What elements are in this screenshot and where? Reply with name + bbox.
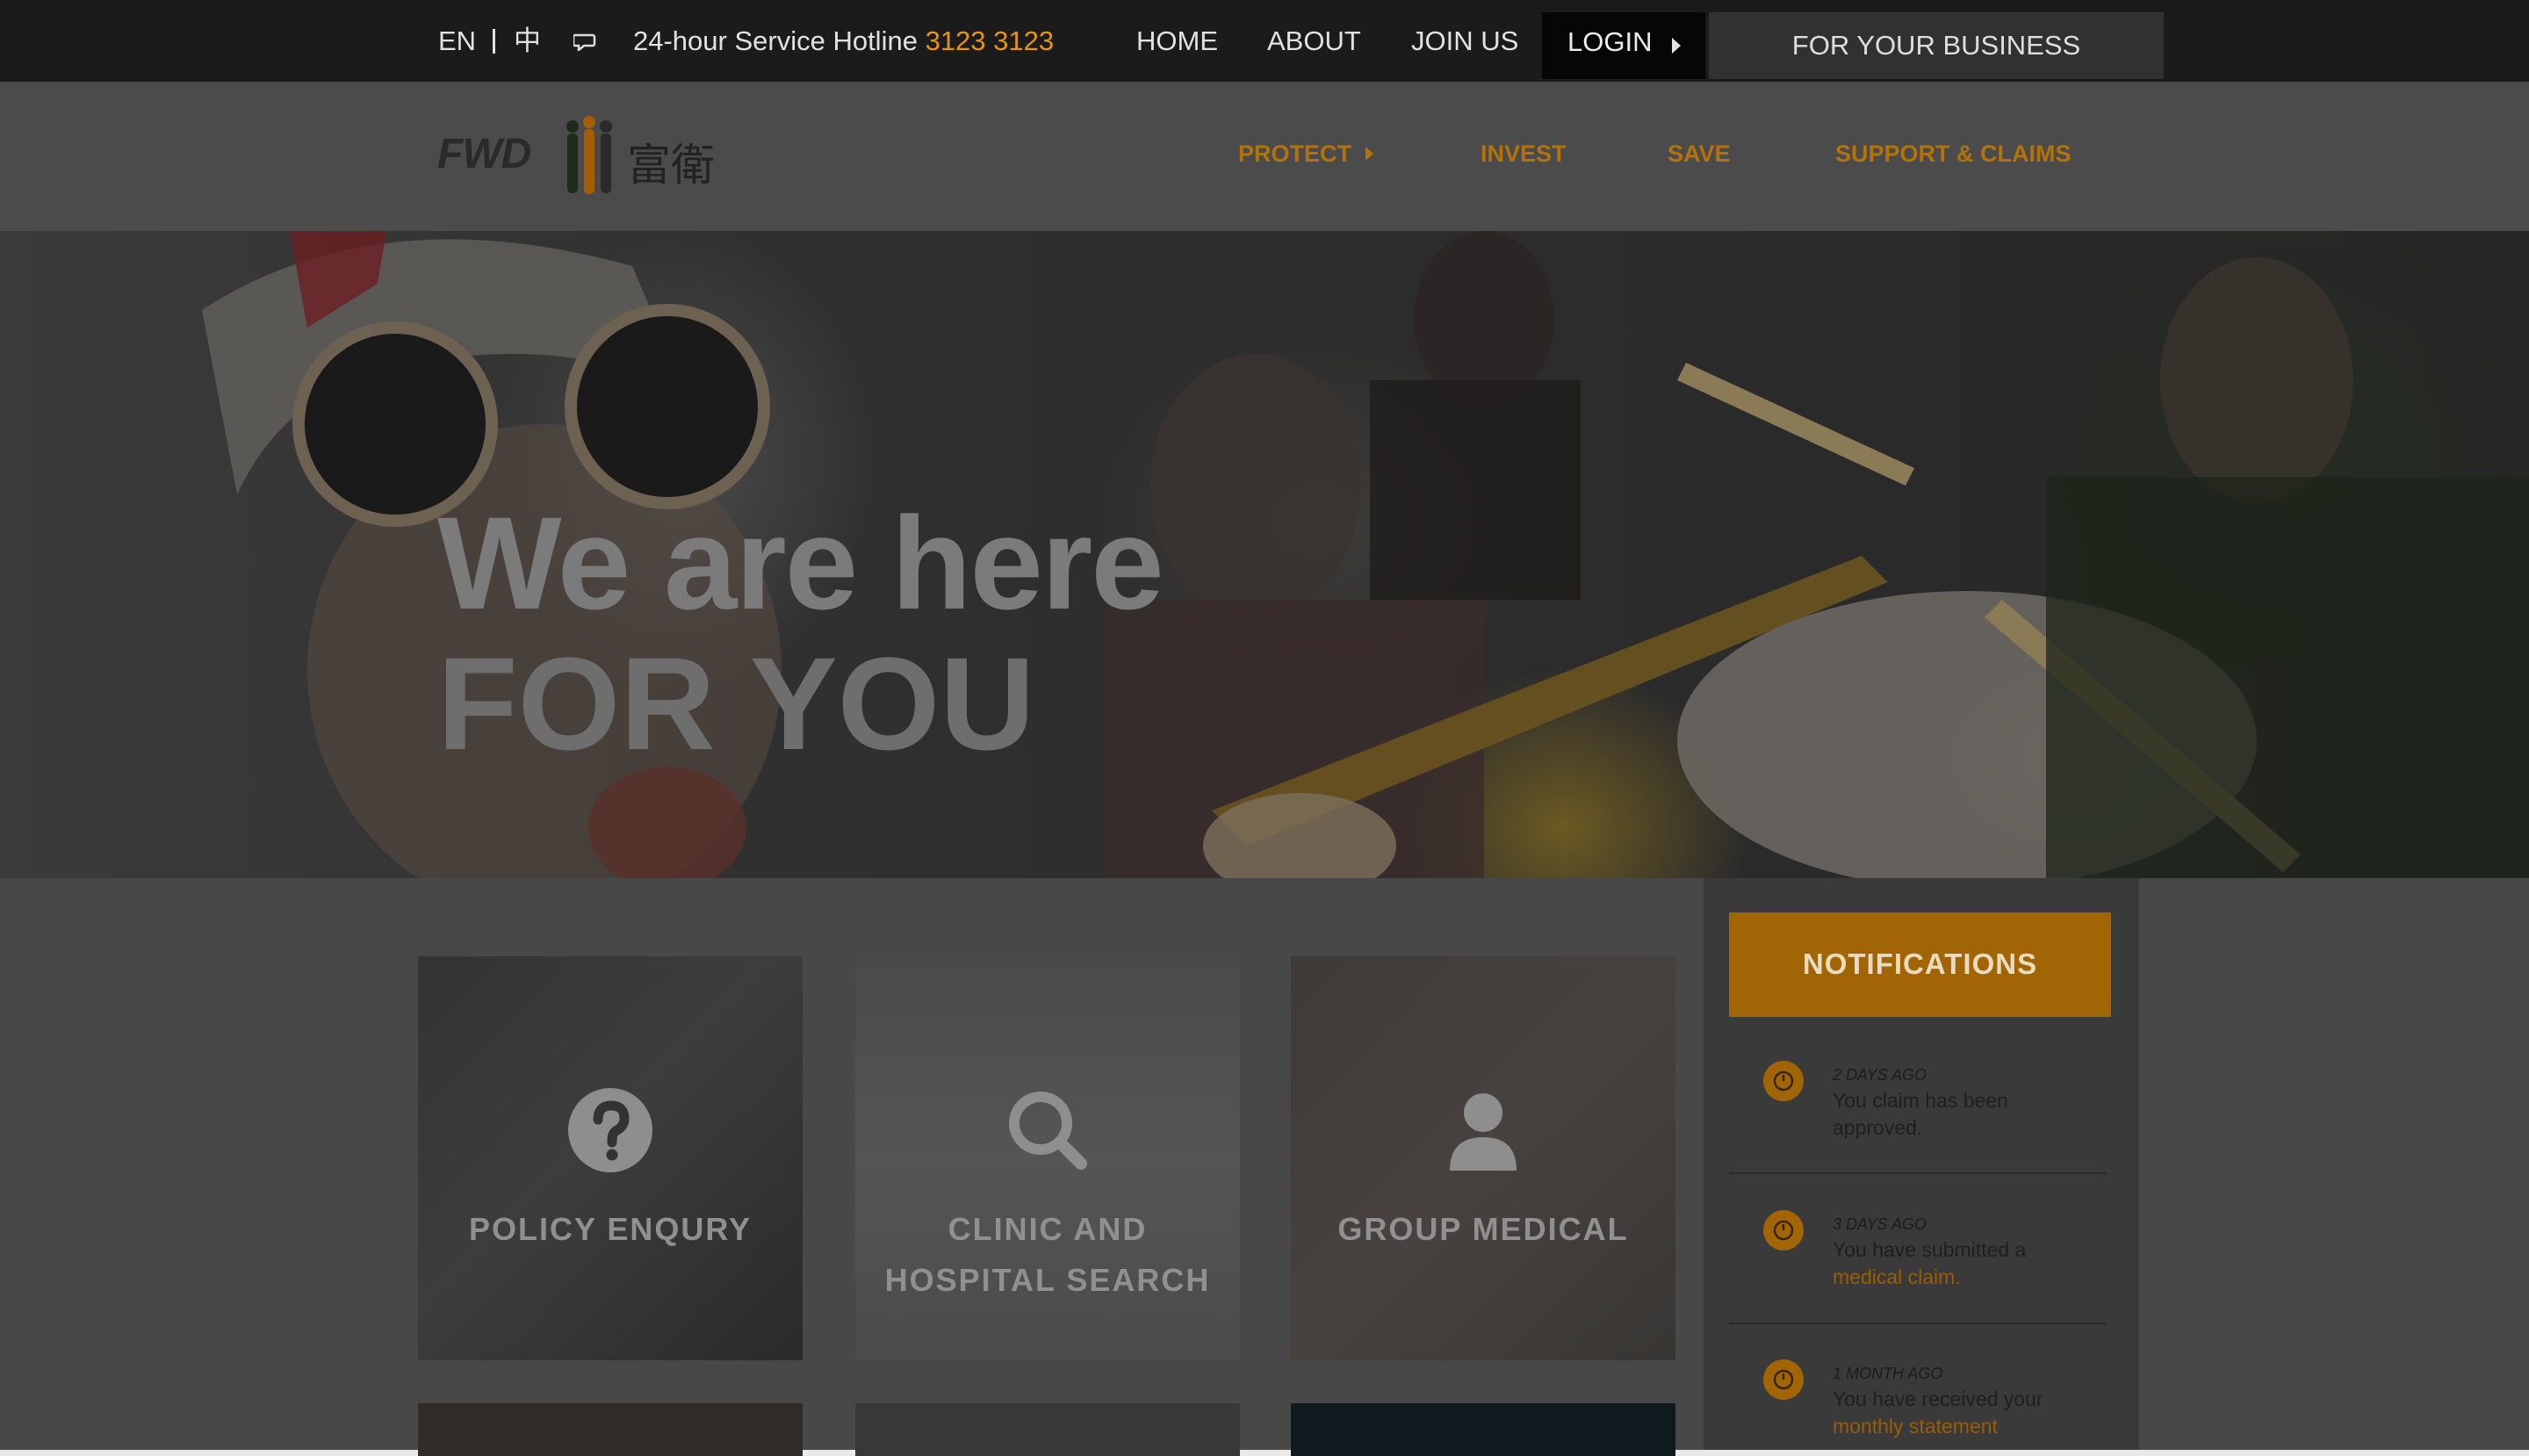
nav-invest[interactable]: INVEST xyxy=(1481,141,1567,168)
logo-figures-icon xyxy=(566,116,612,194)
policy-enquiry-label: POLICY ENQURY xyxy=(468,1211,753,1247)
notification-divider xyxy=(1729,1172,2107,1174)
topnav-join-us[interactable]: JOIN US xyxy=(1411,26,1518,56)
hero-banner: We are here FOR YOU xyxy=(0,231,2529,878)
policy-enquiry-tile[interactable]: POLICY ENQURY xyxy=(418,956,803,1360)
notification-line1: You have submitted a xyxy=(1833,1238,2027,1261)
login-label: LOGIN xyxy=(1567,26,1653,57)
logo-chinese-name: 富衛 xyxy=(627,140,715,191)
caret-right-icon xyxy=(1672,38,1681,54)
notifications-header: NOTIFICATIONS xyxy=(1729,912,2111,1017)
tile-row2-1[interactable] xyxy=(418,1403,803,1456)
notification-time: 3 DAYS AGO xyxy=(1833,1215,1927,1233)
clock-icon xyxy=(1763,1061,1804,1101)
service-hotline: 24-hour Service Hotline 3123 3123 xyxy=(633,26,1054,56)
language-separator xyxy=(493,29,495,54)
hero-heading-line1: We are here xyxy=(437,489,1164,637)
magnifier-icon xyxy=(1009,1092,1087,1170)
top-utility-bar: EN 中 24-hour Service Hotline 3123 3123 H… xyxy=(0,0,2529,82)
clinic-hospital-search-tile[interactable]: CLINIC AND HOSPITAL SEARCH xyxy=(855,956,1240,1360)
nav-protect[interactable]: PROTECT xyxy=(1238,141,1351,168)
notification-text: You claim has been approved. xyxy=(1833,1087,2008,1142)
tile-row2-3[interactable] xyxy=(1291,1403,1675,1456)
topnav-home[interactable]: HOME xyxy=(1136,26,1218,56)
clinic-hospital-label-line1: CLINIC AND xyxy=(947,1211,1148,1247)
notification-divider xyxy=(1729,1323,2107,1324)
notification-text: You have received your monthly statement xyxy=(1833,1386,2043,1440)
question-circle-icon xyxy=(568,1088,652,1172)
hero-heading-line2: FOR YOU xyxy=(437,630,1035,777)
for-your-business-label: FOR YOUR BUSINESS xyxy=(1791,30,2081,61)
content-area xyxy=(0,878,2529,1450)
medical-claim-link[interactable]: medical claim. xyxy=(1833,1265,1961,1288)
group-medical-label: GROUP MEDICAL xyxy=(1337,1211,1629,1247)
notification-line2: approved. xyxy=(1833,1116,1923,1139)
clock-icon xyxy=(1763,1210,1804,1251)
login-button[interactable]: LOGIN xyxy=(1542,12,1705,79)
group-medical-tile[interactable]: GROUP MEDICAL xyxy=(1291,956,1675,1360)
nav-support-claims[interactable]: SUPPORT & CLAIMS xyxy=(1835,141,2071,168)
language-zh-link[interactable]: 中 xyxy=(514,26,541,56)
chat-bubble-icon[interactable] xyxy=(573,33,596,51)
notification-time: 2 DAYS AGO xyxy=(1833,1066,1927,1084)
logo-wordmark: FWD xyxy=(437,131,531,177)
notification-text: You have submitted a medical claim. xyxy=(1833,1236,2026,1291)
topnav-about[interactable]: ABOUT xyxy=(1267,26,1361,56)
language-en-link[interactable]: EN xyxy=(438,26,476,56)
hero-photo xyxy=(202,231,2529,878)
clock-icon xyxy=(1763,1359,1804,1400)
nav-save[interactable]: SAVE xyxy=(1668,141,1731,168)
protect-caret-icon xyxy=(1365,147,1373,161)
person-icon xyxy=(1450,1093,1517,1171)
tile-row2-2[interactable] xyxy=(855,1403,1240,1456)
monthly-statement-link[interactable]: monthly statement xyxy=(1833,1415,1998,1438)
notification-time: 1 MONTH AGO xyxy=(1833,1365,1943,1382)
notification-line1: You claim has been xyxy=(1833,1089,2008,1112)
hotline-label: 24-hour Service Hotline xyxy=(633,25,918,56)
clinic-hospital-label-line2: HOSPITAL SEARCH xyxy=(884,1262,1211,1298)
for-your-business-button[interactable]: FOR YOUR BUSINESS xyxy=(1709,12,2164,79)
hotline-number[interactable]: 3123 3123 xyxy=(926,25,1055,56)
fwd-logo[interactable]: FWD 富衛 xyxy=(437,114,736,197)
notification-line1: You have received your xyxy=(1833,1388,2043,1410)
notifications-title: NOTIFICATIONS xyxy=(1802,948,2038,980)
